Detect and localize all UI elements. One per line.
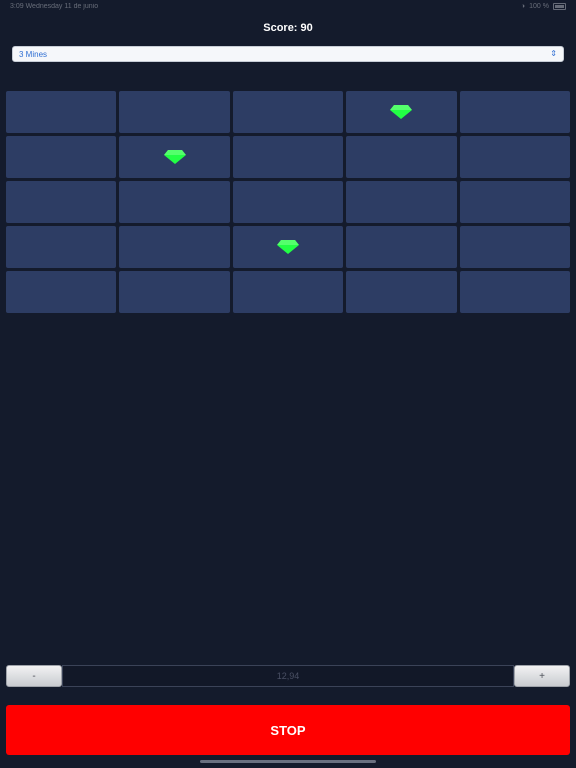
board-tile[interactable] — [346, 136, 457, 178]
stop-button[interactable]: STOP — [6, 705, 570, 755]
board-tile[interactable] — [119, 91, 230, 133]
gem-icon — [163, 150, 186, 164]
board-tile[interactable] — [232, 271, 344, 313]
increase-bet-label: + — [539, 670, 545, 682]
board-tile[interactable] — [232, 91, 344, 133]
decrease-bet-label: - — [32, 670, 36, 682]
board-tile[interactable] — [6, 271, 117, 313]
status-indicators: ◑ 100 % — [521, 3, 566, 10]
bet-amount-field[interactable]: 12,94 — [62, 665, 514, 687]
battery-percent: 100 % — [529, 3, 549, 10]
bet-controls: - 12,94 + — [6, 665, 570, 687]
gem-icon — [276, 240, 299, 254]
board-tile[interactable] — [459, 91, 570, 133]
status-bar: 3:09 Wednesday 11 de junio ◑ 100 % — [0, 0, 576, 14]
board-tile[interactable] — [459, 271, 570, 313]
increase-bet-button[interactable]: + — [514, 665, 570, 687]
board-tile[interactable] — [119, 136, 230, 178]
board-tile[interactable] — [346, 181, 457, 223]
game-board — [6, 91, 570, 313]
mines-select-value: 3 Mines — [19, 49, 48, 59]
board-tile[interactable] — [459, 136, 570, 178]
stop-button-label: STOP — [270, 722, 306, 738]
board-tile[interactable] — [346, 271, 457, 313]
wifi-icon: ◑ — [520, 3, 526, 10]
status-time-date: 3:09 Wednesday 11 de junio — [10, 3, 99, 10]
board-tile[interactable] — [6, 181, 117, 223]
board-tile[interactable] — [346, 226, 457, 268]
board-tile[interactable] — [119, 226, 230, 268]
score-label: Score: 90 — [263, 22, 313, 34]
battery-icon — [553, 3, 566, 10]
board-tile[interactable] — [119, 181, 230, 223]
board-tile[interactable] — [6, 91, 117, 133]
bet-amount-value: 12,94 — [276, 671, 300, 681]
score-display: Score: 90 — [0, 22, 576, 34]
board-tile[interactable] — [459, 226, 570, 268]
decrease-bet-button[interactable]: - — [6, 665, 62, 687]
board-tile[interactable] — [232, 226, 344, 268]
board-tile[interactable] — [232, 181, 344, 223]
updown-chevron-icon: ⇕ — [550, 49, 557, 58]
board-tile[interactable] — [346, 91, 457, 133]
board-tile[interactable] — [6, 226, 117, 268]
mines-select[interactable]: 3 Mines ⇕ — [12, 46, 564, 62]
home-indicator[interactable] — [200, 760, 376, 763]
board-tile[interactable] — [6, 136, 117, 178]
board-tile[interactable] — [119, 271, 230, 313]
board-tile[interactable] — [459, 181, 570, 223]
gem-icon — [390, 105, 413, 119]
board-tile[interactable] — [232, 136, 344, 178]
